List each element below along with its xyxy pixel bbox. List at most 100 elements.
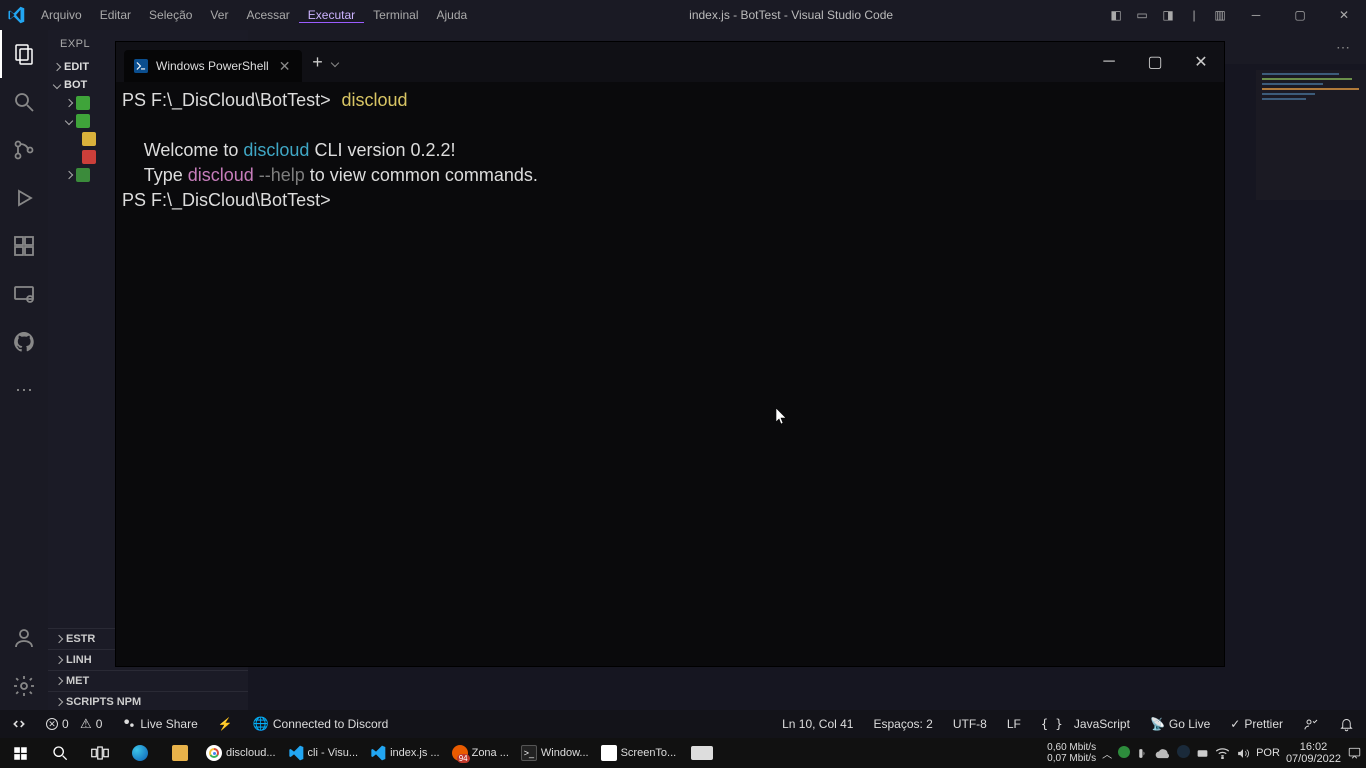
- prettier[interactable]: ✓ Prettier: [1226, 717, 1287, 731]
- layout-grid-icon[interactable]: ▥: [1210, 8, 1230, 22]
- app-label: Window...: [541, 747, 589, 759]
- out: discloud: [243, 140, 309, 160]
- file-icon: [82, 132, 96, 146]
- taskbar-app-screentogif[interactable]: ScreenTo...: [595, 738, 683, 768]
- layout-sep: |: [1184, 8, 1204, 22]
- title-right-icons: ◧ ▭ ◨ | ▥: [1106, 8, 1234, 22]
- errors[interactable]: ✕0 ⚠0: [42, 716, 106, 732]
- out: Welcome to: [144, 140, 244, 160]
- section-label: SCRIPTS NPM: [66, 696, 141, 708]
- vscode-title-bar: Arquivo Editar Seleção Ver Acessar Execu…: [0, 0, 1366, 30]
- debug-icon[interactable]: [0, 174, 48, 222]
- taskbar-app-vscode[interactable]: index.js ...: [364, 738, 446, 768]
- menu-arquivo[interactable]: Arquivo: [32, 8, 91, 22]
- search-icon[interactable]: [0, 78, 48, 126]
- tab-label: Windows PowerShell: [156, 59, 269, 73]
- taskview-button[interactable]: [80, 738, 120, 768]
- menu-ajuda[interactable]: Ajuda: [428, 8, 477, 22]
- discord-status[interactable]: 🌐Connected to Discord: [249, 716, 393, 732]
- net-speed[interactable]: 0,60 Mbit/s 0,07 Mbit/s: [1047, 742, 1096, 764]
- terminal-max-button[interactable]: ▢: [1132, 42, 1178, 82]
- tray-icon[interactable]: [1196, 747, 1209, 760]
- minimap[interactable]: [1256, 70, 1366, 200]
- remote-icon[interactable]: [0, 270, 48, 318]
- new-tab-button[interactable]: +: [302, 52, 332, 73]
- tray-wifi-icon[interactable]: [1215, 747, 1230, 759]
- app-label: cli - Visu...: [308, 747, 359, 759]
- tray-steam-icon[interactable]: [1177, 745, 1190, 761]
- account-icon[interactable]: [0, 614, 48, 662]
- net-down: 0,60 Mbit/s: [1047, 742, 1096, 753]
- out: discloud: [188, 165, 254, 185]
- tray-expand-icon[interactable]: ︿: [1102, 746, 1112, 761]
- taskbar-app-vscode[interactable]: cli - Visu...: [282, 738, 365, 768]
- liveshare[interactable]: Live Share: [118, 717, 201, 731]
- npm-scripts-section[interactable]: SCRIPTS NPM: [48, 691, 248, 712]
- terminal-tab[interactable]: Windows PowerShell ✕: [124, 50, 302, 82]
- vscode-logo-icon: [0, 6, 32, 24]
- vscode-min-button[interactable]: ─: [1234, 0, 1278, 30]
- file-icon: [82, 150, 96, 164]
- activity-bar: ⋯: [0, 30, 48, 710]
- explorer-button[interactable]: [160, 738, 200, 768]
- prompt: PS F:\_DisCloud\BotTest>: [122, 90, 331, 110]
- layout-icon[interactable]: ▭: [1132, 8, 1152, 22]
- notifications-icon[interactable]: [1347, 746, 1362, 760]
- terminal-body[interactable]: PS F:\_DisCloud\BotTest> discloud Welcom…: [116, 82, 1224, 219]
- out: --help: [254, 165, 305, 185]
- extensions-icon[interactable]: [0, 222, 48, 270]
- more-icon[interactable]: ⋯: [1328, 39, 1358, 56]
- spaces[interactable]: Espaços: 2: [869, 717, 936, 731]
- bolt[interactable]: ⚡: [214, 717, 237, 731]
- eol[interactable]: LF: [1003, 717, 1025, 731]
- feedback-icon[interactable]: [1299, 716, 1323, 732]
- github-icon[interactable]: [0, 318, 48, 366]
- menu-acessar[interactable]: Acessar: [237, 8, 298, 22]
- tab-close-icon[interactable]: ✕: [277, 58, 293, 75]
- vscode-max-button[interactable]: ▢: [1278, 0, 1322, 30]
- encoding[interactable]: UTF-8: [949, 717, 991, 731]
- windows-taskbar: discloud... cli - Visu... index.js ... 9…: [0, 738, 1366, 768]
- project-label: BOT: [64, 79, 87, 91]
- remote-toggle[interactable]: [8, 717, 30, 731]
- terminal-min-button[interactable]: ─: [1086, 42, 1132, 82]
- menu-ver[interactable]: Ver: [201, 8, 237, 22]
- tray-icon[interactable]: [1118, 746, 1130, 761]
- taskbar-keyboard[interactable]: [682, 738, 722, 768]
- tray-lang[interactable]: POR: [1256, 747, 1280, 759]
- taskbar-app-terminal[interactable]: >_Window...: [515, 738, 595, 768]
- git-icon[interactable]: [0, 126, 48, 174]
- golive[interactable]: 📡Go Live: [1146, 717, 1214, 731]
- metrics-section[interactable]: MET: [48, 670, 248, 691]
- vscode-close-button[interactable]: ✕: [1322, 0, 1366, 30]
- more-icon[interactable]: ⋯: [0, 366, 48, 414]
- tray-volume-icon[interactable]: [1236, 747, 1250, 760]
- terminal-title-bar[interactable]: Windows PowerShell ✕ + ─ ▢ ✕: [116, 42, 1224, 82]
- menu-terminal[interactable]: Terminal: [364, 8, 427, 22]
- tray-icon[interactable]: [1136, 747, 1149, 760]
- layout-icon[interactable]: ◨: [1158, 8, 1178, 22]
- menu-executar[interactable]: Executar: [299, 8, 364, 23]
- bell-icon[interactable]: [1335, 717, 1358, 732]
- section-label: LINH: [66, 654, 92, 666]
- menu-editar[interactable]: Editar: [91, 8, 140, 22]
- terminal-close-button[interactable]: ✕: [1178, 42, 1224, 82]
- badge: 94: [457, 754, 470, 763]
- cursor-pos[interactable]: Ln 10, Col 41: [778, 717, 857, 731]
- start-button[interactable]: [0, 738, 40, 768]
- edge-button[interactable]: [120, 738, 160, 768]
- tray-onedrive-icon[interactable]: [1155, 748, 1171, 759]
- tab-dropdown-icon[interactable]: [332, 53, 348, 71]
- search-button[interactable]: [40, 738, 80, 768]
- clock[interactable]: 16:02 07/09/2022: [1286, 741, 1341, 765]
- taskbar-app-chrome[interactable]: discloud...: [200, 738, 282, 768]
- menu-selecao[interactable]: Seleção: [140, 8, 201, 22]
- language[interactable]: { } JavaScript: [1037, 717, 1134, 731]
- layout-icon[interactable]: ◧: [1106, 8, 1126, 22]
- out: to view common commands.: [305, 165, 538, 185]
- prompt: PS F:\_DisCloud\BotTest>: [122, 190, 331, 210]
- taskbar-app-brave[interactable]: 94Zona ...: [446, 738, 515, 768]
- explorer-icon[interactable]: [0, 30, 48, 78]
- gear-icon[interactable]: [0, 662, 48, 710]
- section-label: ESTR: [66, 633, 95, 645]
